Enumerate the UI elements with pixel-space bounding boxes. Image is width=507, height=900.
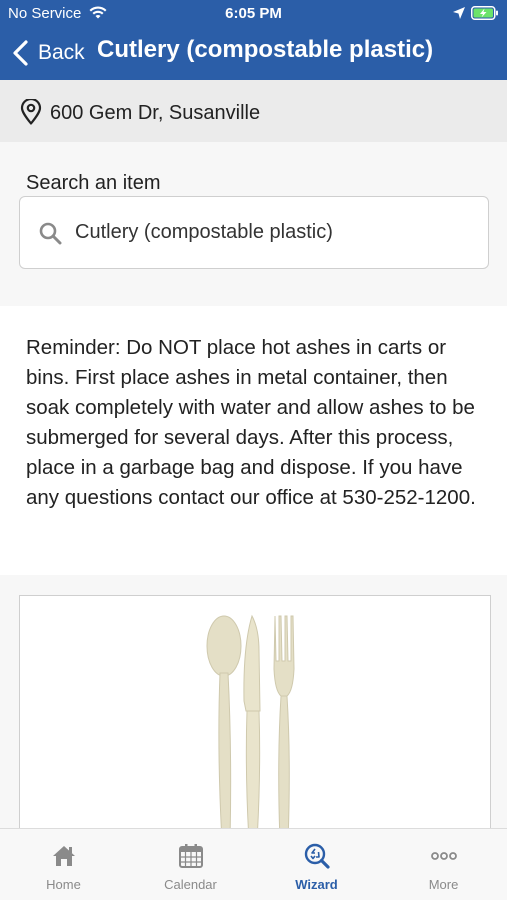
search-icon [39, 222, 62, 245]
search-section: Search an item [0, 142, 507, 306]
location-arrow-icon [453, 7, 465, 19]
tab-label-wizard: Wizard [295, 877, 338, 892]
status-bar: No Service 6:05 PM [0, 0, 507, 28]
tab-label-more: More [428, 877, 459, 892]
wizard-icon [304, 843, 330, 869]
back-label: Back [38, 41, 85, 64]
address-bar[interactable]: 600 Gem Dr, Susanville [0, 80, 507, 142]
clock: 6:05 PM [225, 5, 282, 22]
tab-label-calendar: Calendar [164, 877, 217, 892]
home-icon [52, 846, 75, 866]
bottom-tab-bar: Home Calendar Wizard More [0, 828, 507, 900]
more-icon [430, 852, 457, 860]
search-box[interactable] [19, 196, 489, 269]
tab-home[interactable]: Home [0, 829, 127, 900]
back-button[interactable]: Back [12, 38, 85, 68]
nav-bar: Back Cutlery (compostable plastic) [0, 28, 507, 80]
app-header: No Service 6:05 PM Back Cutlery (compost… [0, 0, 507, 80]
tab-wizard[interactable]: Wizard [253, 829, 380, 900]
page-title: Cutlery (compostable plastic) [97, 36, 434, 63]
tab-label-home: Home [46, 877, 81, 892]
chevron-left-icon [13, 40, 28, 66]
tab-more[interactable]: More [380, 829, 507, 900]
address-text: 600 Gem Dr, Susanville [50, 102, 261, 124]
search-label: Search an item [26, 172, 161, 194]
calendar-icon [178, 844, 203, 868]
tab-calendar[interactable]: Calendar [127, 829, 254, 900]
battery-charging-icon [471, 6, 498, 20]
image-section [0, 575, 507, 835]
search-input[interactable] [75, 221, 475, 244]
reminder-text: Reminder: Do NOT place hot ashes in cart… [26, 336, 476, 509]
map-pin-icon [20, 99, 42, 125]
item-image-card [19, 595, 491, 835]
cutlery-image [206, 614, 295, 834]
